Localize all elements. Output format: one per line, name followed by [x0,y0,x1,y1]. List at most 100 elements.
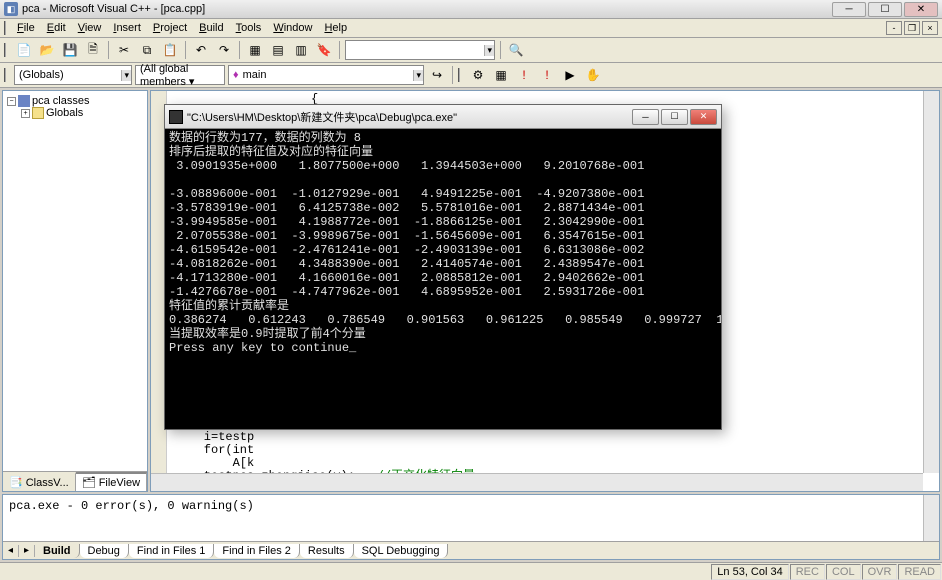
status-col: COL [826,564,861,580]
paste-icon[interactable]: 📋 [160,40,180,60]
console-title: "C:\Users\HM\Desktop\新建文件夹\pca\Debug\pca… [187,109,632,125]
editor-hscroll[interactable] [151,473,923,491]
tab-fileview[interactable]: 🗂 FileView [76,472,147,491]
fileview-icon: 🗂 [82,476,96,489]
window-tile-icon[interactable]: ▤ [268,40,288,60]
console-window[interactable]: "C:\Users\HM\Desktop\新建文件夹\pca\Debug\pca… [164,104,722,430]
statusbar: Ln 53, Col 34 REC COL OVR READ [0,562,942,580]
menu-insert[interactable]: Insert [107,20,147,36]
output-text[interactable]: pca.exe - 0 error(s), 0 warning(s) [3,495,939,541]
menu-view[interactable]: View [72,20,108,36]
open-file-icon[interactable]: 📂 [37,40,57,60]
wizard-toolbar: (Globals) ▾ (All global members ▾ ♦ main… [0,63,942,88]
output-pane: pca.exe - 0 error(s), 0 warning(s) ◂ ▸ B… [2,494,940,560]
scope-value: (Globals) [19,69,64,81]
output-tab-results[interactable]: Results [300,544,354,558]
menu-edit[interactable]: Edit [41,20,72,36]
menu-file[interactable]: File [11,20,41,36]
find-icon[interactable]: 🔍 [506,40,526,60]
output-tab-prev[interactable]: ◂ [3,545,19,557]
output-tab-next[interactable]: ▸ [19,545,35,557]
redo-icon[interactable]: ↷ [214,40,234,60]
new-file-icon[interactable]: 📄 [14,40,34,60]
output-tab-find1[interactable]: Find in Files 1 [129,544,214,558]
console-body[interactable]: 数据的行数为177，数据的列数为 8 排序后提取的特征值及对应的特征向量 3.0… [165,129,721,429]
tree-root-label: pca classes [32,95,89,107]
output-vscroll[interactable] [923,495,939,541]
classview-icon: 📑 [9,476,23,489]
compile-icon[interactable]: ⚙ [468,65,488,85]
scope-dropdown[interactable]: (Globals) ▾ [14,65,132,85]
workspace-icon[interactable]: ▦ [245,40,265,60]
stop-build-icon[interactable]: ! [514,65,534,85]
output-tab-debug[interactable]: Debug [80,544,129,558]
save-all-icon[interactable]: 🗎 [83,40,103,60]
symbol-value: main [243,69,267,81]
go-debug-icon[interactable]: ▶ [560,65,580,85]
toolbar-grip-3[interactable] [458,68,461,82]
menu-window[interactable]: Window [267,20,318,36]
symbol-dropdown[interactable]: ♦ main ▾ [228,65,424,85]
menu-tools[interactable]: Tools [230,20,268,36]
members-dropdown[interactable]: (All global members ▾ [135,65,225,85]
standard-toolbar: 📄 📂 💾 🗎 ✂ ⧉ 📋 ↶ ↷ ▦ ▤ ▥ 🔖 ▾ 🔍 [0,38,942,63]
find-combo[interactable]: ▾ [345,40,495,60]
app-title: pca - Microsoft Visual C++ - [pca.cpp] [22,3,832,15]
tree-child-label: Globals [46,107,83,119]
sidebar-tabstrip: 📑 ClassV... 🗂 FileView [3,471,147,491]
close-button[interactable]: ✕ [904,2,938,17]
copy-icon[interactable]: ⧉ [137,40,157,60]
console-minimize-button[interactable]: ─ [632,109,659,125]
build-icon[interactable]: ▦ [491,65,511,85]
mdi-restore-button[interactable]: ❐ [904,21,920,35]
collapse-icon[interactable]: − [7,97,16,106]
tab-classview-label: ClassV... [26,477,69,489]
bookmark-icon[interactable]: 🔖 [314,40,334,60]
output-tab-build[interactable]: Build [35,544,80,558]
app-icon: ◧ [4,2,18,16]
output-tabstrip: ◂ ▸ Build Debug Find in Files 1 Find in … [3,541,939,559]
status-read: READ [898,564,941,580]
breakpoint-icon[interactable]: ✋ [583,65,603,85]
chevron-down-icon[interactable]: ▾ [484,45,494,56]
menu-project[interactable]: Project [147,20,193,36]
project-icon [18,95,30,107]
menubar: File Edit View Insert Project Build Tool… [0,19,942,38]
expand-icon[interactable]: + [21,109,30,118]
output-tab-find2[interactable]: Find in Files 2 [214,544,299,558]
console-maximize-button[interactable]: ☐ [661,109,688,125]
menu-help[interactable]: Help [318,20,353,36]
chevron-down-icon[interactable]: ▾ [413,70,423,81]
editor-vscroll[interactable] [923,91,939,473]
app-titlebar: ◧ pca - Microsoft Visual C++ - [pca.cpp]… [0,0,942,19]
members-value: (All global members ▾ [140,63,220,88]
go-icon[interactable]: ↪ [427,65,447,85]
toolbar-grip[interactable] [4,43,7,57]
chevron-down-icon[interactable]: ▾ [121,70,131,81]
console-close-button[interactable]: ✕ [690,109,717,125]
console-titlebar[interactable]: "C:\Users\HM\Desktop\新建文件夹\pca\Debug\pca… [165,105,721,129]
output-icon[interactable]: ▥ [291,40,311,60]
menu-build[interactable]: Build [193,20,229,36]
folder-icon [32,107,44,119]
tab-classview[interactable]: 📑 ClassV... [3,472,76,491]
maximize-button[interactable]: ☐ [868,2,902,17]
minimize-button[interactable]: ─ [832,2,866,17]
execute-icon[interactable]: ! [537,65,557,85]
menu-grip[interactable] [4,21,7,35]
tab-fileview-label: FileView [99,477,140,489]
workspace-tree[interactable]: − pca classes + Globals [3,91,147,471]
workspace-sidebar: − pca classes + Globals 📑 ClassV... 🗂 Fi… [2,90,148,492]
mdi-close-button[interactable]: × [922,21,938,35]
tree-root[interactable]: − pca classes [7,95,143,107]
save-icon[interactable]: 💾 [60,40,80,60]
mdi-minimize-button[interactable]: - [886,21,902,35]
cut-icon[interactable]: ✂ [114,40,134,60]
tree-child[interactable]: + Globals [7,107,143,119]
function-icon: ♦ [233,69,239,81]
undo-icon[interactable]: ↶ [191,40,211,60]
output-tab-sql[interactable]: SQL Debugging [354,544,449,558]
console-icon [169,110,183,124]
toolbar-grip-2[interactable] [4,68,7,82]
status-rec: REC [790,564,825,580]
